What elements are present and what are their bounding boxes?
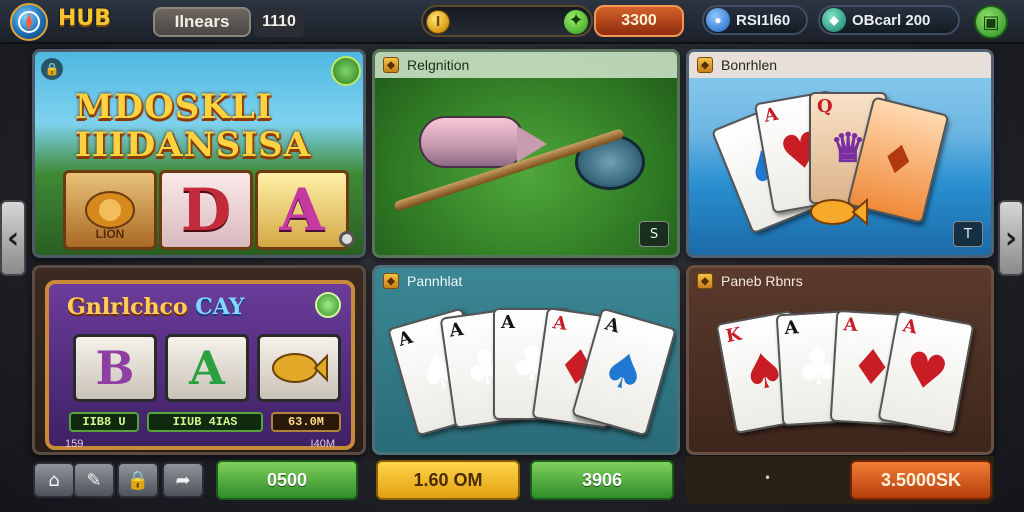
game-title-art: MDOSKLI IIIDANSISA <box>75 87 363 165</box>
golden-fish-icon <box>272 353 328 383</box>
machine-title: Gnlrlchco CAY <box>67 294 244 320</box>
led-display-1: IIB8 U <box>69 412 139 432</box>
tile-header: ◆ Bonrhlen <box>689 52 991 78</box>
player-level: 1110 <box>254 7 304 37</box>
gem-icon: ● <box>706 8 730 32</box>
game-tile-pannhlat[interactable]: ◆ Pannhlat A ♠ A ♣ A ♣ A ♦ A ♠ <box>372 265 680 455</box>
tile-title: Relgnition <box>407 57 470 73</box>
card-index: A <box>551 312 569 335</box>
balance-display[interactable]: 3300 <box>594 5 684 37</box>
slot-reel-1: B <box>73 334 157 402</box>
tile-title: Pannhlat <box>407 273 463 289</box>
title-line-2: IIIDANSISA <box>75 125 312 165</box>
tile-header: ◆ Relgnition <box>375 52 677 78</box>
stat-pill-1[interactable]: ● RSI1l60 <box>702 5 808 35</box>
reel-d-symbol: D <box>180 176 232 244</box>
small-indicator: • <box>764 471 772 485</box>
tile-header: ◆ Pannhlat <box>375 268 677 294</box>
lock-icon: 🔒 <box>41 58 63 80</box>
favorite-icon[interactable] <box>331 56 361 86</box>
game-tile-fishing[interactable]: ◆ Relgnition S <box>372 49 680 258</box>
favorite-icon[interactable] <box>315 292 341 318</box>
buy-button-green[interactable]: 3906 <box>530 460 674 500</box>
card-index: A <box>842 314 859 337</box>
tile-header: ◆ Paneb Rbnrs <box>689 268 991 294</box>
machine-title-a: Gnlrlchco <box>67 294 188 320</box>
fish-icon <box>419 116 547 168</box>
stat-pill-2[interactable]: ◆ OBcarl 200 <box>818 5 960 35</box>
chip-icon: ◆ <box>822 8 846 32</box>
card-index: A <box>901 315 919 339</box>
tile-corner-button[interactable]: T <box>953 221 983 247</box>
coin-bar: I ✦ <box>421 5 593 37</box>
goldfish-icon <box>810 197 868 227</box>
pencil-icon: ✎ <box>86 469 102 491</box>
reel-a-symbol: A <box>279 176 325 244</box>
card-suit: ♥ <box>899 340 953 404</box>
tile-badge-icon: ◆ <box>383 273 399 289</box>
slot-reel-3 <box>257 334 341 402</box>
edit-button[interactable]: ✎ <box>73 462 115 498</box>
padlock-icon: 🔒 <box>126 469 150 491</box>
stat-2-label: OBcarl 200 <box>852 11 931 29</box>
game-tile-paneb-rbnrs[interactable]: ◆ Paneb Rbnrs K ♠ A ♣ A ♦ A ♥ <box>686 265 994 455</box>
play-button-1[interactable]: 0500 <box>216 460 358 500</box>
buy-button-yellow[interactable]: 1.60 OM <box>376 460 520 500</box>
scroll-left-button[interactable]: ‹ <box>0 200 26 276</box>
settings-icon[interactable] <box>339 231 355 247</box>
player-name[interactable]: Ilnears <box>153 7 251 37</box>
lock-button[interactable]: 🔒 <box>117 462 159 498</box>
compass-icon <box>18 11 40 33</box>
card-index: Q <box>817 96 833 117</box>
card-suit: ♠ <box>595 339 653 405</box>
card-suit: ♦ <box>874 132 922 188</box>
menu-button[interactable]: ▣ <box>974 5 1008 39</box>
buy-button-orange[interactable]: 3.5000SK <box>850 460 992 500</box>
card-index: A <box>501 312 515 333</box>
reel-lion: LION <box>63 170 157 250</box>
title-line-1: MDOSKLI <box>75 87 273 127</box>
stat-1-label: RSI1l60 <box>736 11 791 29</box>
game-tile-bonrhlen[interactable]: ◆ Bonrhlen ♠ A ♥ Q ♛ ♦ T <box>686 49 994 258</box>
tile-badge-icon: ◆ <box>697 273 713 289</box>
slot-machine: Gnlrlchco CAY B A IIB8 U IIUB 4IAS 63.0M… <box>45 280 355 450</box>
card-index: A <box>602 313 622 338</box>
chevron-left-icon: ‹ <box>6 220 20 256</box>
home-icon: ⌂ <box>48 469 60 491</box>
tile-badge-icon: ◆ <box>697 57 713 73</box>
app-title: HUB <box>58 6 112 31</box>
led-display-3: 63.0M <box>271 412 341 432</box>
card-index: A <box>448 318 465 342</box>
card-index: A <box>783 317 800 339</box>
top-bar: HUB Ilnears 1110 I ✦ 3300 ● RSI1l60 ◆ OB… <box>0 0 1024 44</box>
chevron-right-icon: › <box>1004 220 1018 256</box>
game-tile-slot-machine[interactable]: Gnlrlchco CAY B A IIB8 U IIUB 4IAS 63.0M… <box>32 265 366 455</box>
add-coins-button[interactable]: ✦ <box>564 10 588 34</box>
home-button[interactable]: ⌂ <box>33 462 75 498</box>
machine-footer-left: 159 <box>65 438 84 450</box>
reel-lion-label: LION <box>95 227 125 241</box>
slot-reel-2: A <box>165 334 249 402</box>
card-index: A <box>762 103 780 127</box>
tile-corner-button[interactable]: S <box>639 221 669 247</box>
machine-title-b: CAY <box>195 294 245 320</box>
card-index: K <box>724 323 744 348</box>
hub-logo-icon[interactable] <box>10 3 48 41</box>
game-tile-mdoskli[interactable]: 🔒 MDOSKLI IIIDANSISA LION D A <box>32 49 366 258</box>
reel-d: D <box>159 170 253 250</box>
share-icon: ➦ <box>175 469 191 491</box>
tile-badge-icon: ◆ <box>383 57 399 73</box>
reel-a: A <box>255 170 349 250</box>
led-display-2: IIUB 4IAS <box>147 412 263 432</box>
grid-icon: ▣ <box>982 11 1000 33</box>
tile-title: Paneb Rbnrs <box>721 273 803 289</box>
card-index: A <box>395 326 416 351</box>
machine-footer-right: I40M <box>310 438 335 450</box>
share-button[interactable]: ➦ <box>162 462 204 498</box>
lion-icon <box>85 191 135 229</box>
coin-icon: I <box>426 10 450 34</box>
tile-title: Bonrhlen <box>721 57 778 73</box>
scroll-right-button[interactable]: › <box>998 200 1024 276</box>
